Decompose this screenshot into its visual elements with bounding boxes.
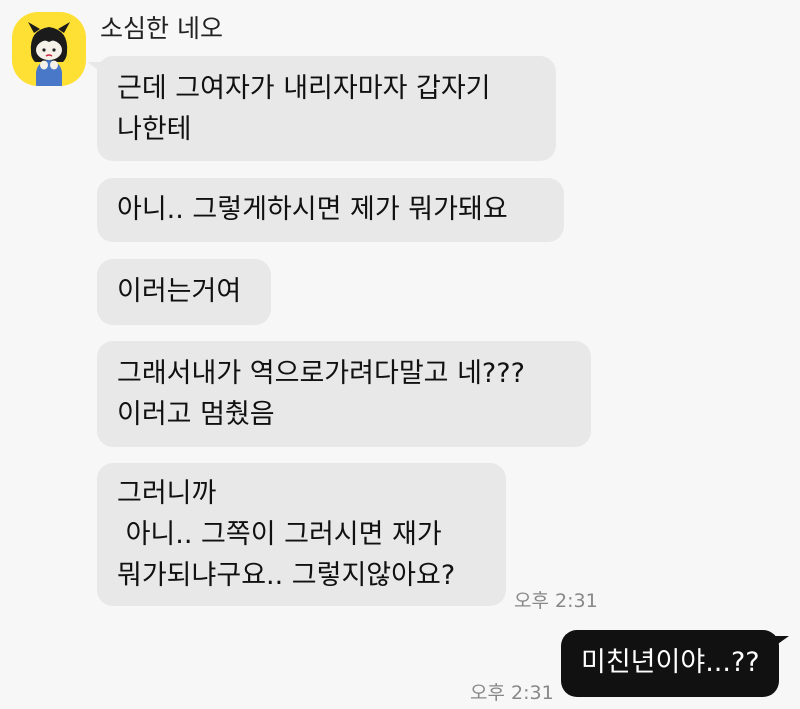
sender-avatar[interactable]	[12, 12, 86, 86]
incoming-message-bubble[interactable]: 그러니까 아니.. 그쪽이 그러시면 재가 뭐가되냐구요.. 그렇지않아요?	[97, 463, 506, 606]
incoming-message-timestamp: 오후 2:31	[514, 590, 598, 612]
incoming-message-bubble[interactable]: 아니.. 그렇게하시면 제가 뭐가돼요	[97, 178, 564, 242]
neo-character-avatar-icon	[28, 22, 70, 86]
incoming-message-bubble[interactable]: 그래서내가 역으로가려다말고 네??? 이러고 멈췄음	[97, 341, 591, 447]
sender-name: 소심한 네오	[100, 14, 223, 43]
chat-conversation: 소심한 네오 근데 그여자가 내리자마자 갑자기 나한테 아니.. 그렇게하시면…	[0, 0, 800, 709]
outgoing-message-timestamp: 오후 2:31	[470, 682, 554, 704]
incoming-message-bubble[interactable]: 근데 그여자가 내리자마자 갑자기 나한테	[87, 56, 556, 161]
incoming-message-bubble[interactable]: 이러는거여	[97, 259, 271, 325]
outgoing-message-bubble[interactable]: 미친년이야...??	[561, 630, 789, 697]
